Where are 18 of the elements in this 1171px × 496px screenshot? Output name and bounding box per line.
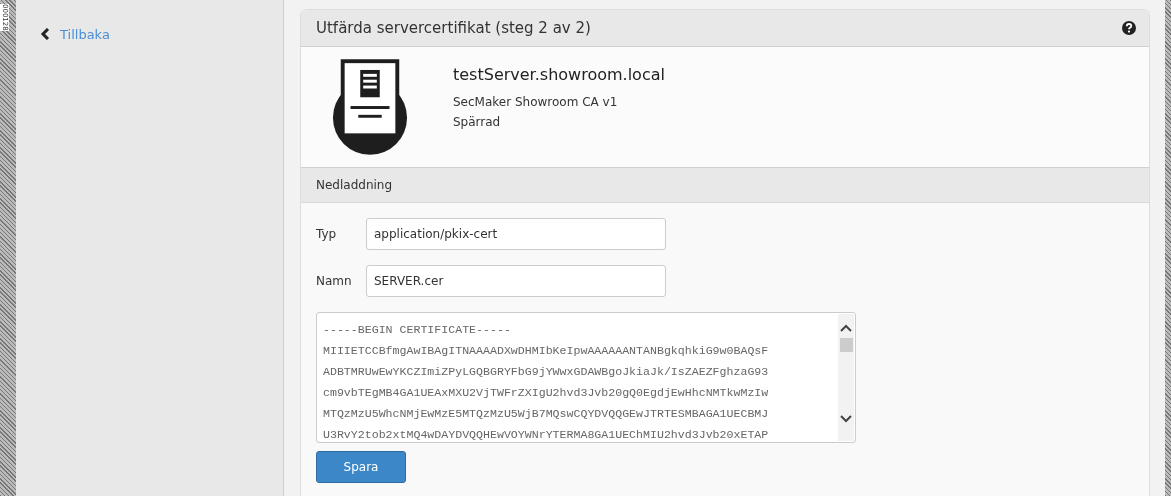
input-field[interactable]: SERVER.cer [366, 265, 666, 297]
certificate-icon [331, 59, 409, 157]
certificate-status: Spärrad [453, 114, 502, 131]
chevron-left-icon [40, 28, 50, 40]
certificate-issuer: SecMaker Showroom CA v1 [453, 94, 619, 111]
scrollbar-thumb[interactable] [839, 338, 853, 352]
field-label: Typ [316, 227, 338, 241]
field-label: Namn [316, 274, 353, 288]
certificate-name: testServer.showroom.local [453, 65, 665, 84]
input-field[interactable]: application/pkix-cert [366, 218, 666, 250]
save-button[interactable]: Spara [316, 451, 406, 483]
scroll-down-icon[interactable] [840, 415, 852, 423]
panel-title: Utfärda servercertifikat (steg 2 av 2) [316, 19, 591, 37]
scrollbar[interactable] [838, 314, 854, 441]
help-icon[interactable] [1122, 21, 1136, 35]
certificate-field[interactable]: -----BEGIN CERTIFICATE----- MIIIETCCBfmgAwIBAgITNAAAADXwDHMIbKeIpwAAAAAANTANBgkqhkiG9w0BAQsF ADBTMRUwEwYKCZImiZPyLGQBGRYFbG9jYWwxGDAWBgoJkiaJk/IsZAEZFghzaG93 cm9vbTEgMB4GA1UEAxMXU2VjTWFrZXIgU2hvd3Jvb20gQ0EgdjEwHhcNMTkwMzIw MTQzMzU5WhcNMjEwMzE5MTQzMzU5WjB7MQswCQYDVQQGEwJTRTESMBAGA1UECBMJ U3RvY2tob2xtMQ4wDAYDVQQHEwVOYWNrYTERMA8GA1UEChMIU2hvd3Jvb20xETAP [316, 312, 856, 443]
section-title: Nedladdning [316, 178, 393, 192]
scroll-up-icon[interactable] [840, 324, 852, 332]
